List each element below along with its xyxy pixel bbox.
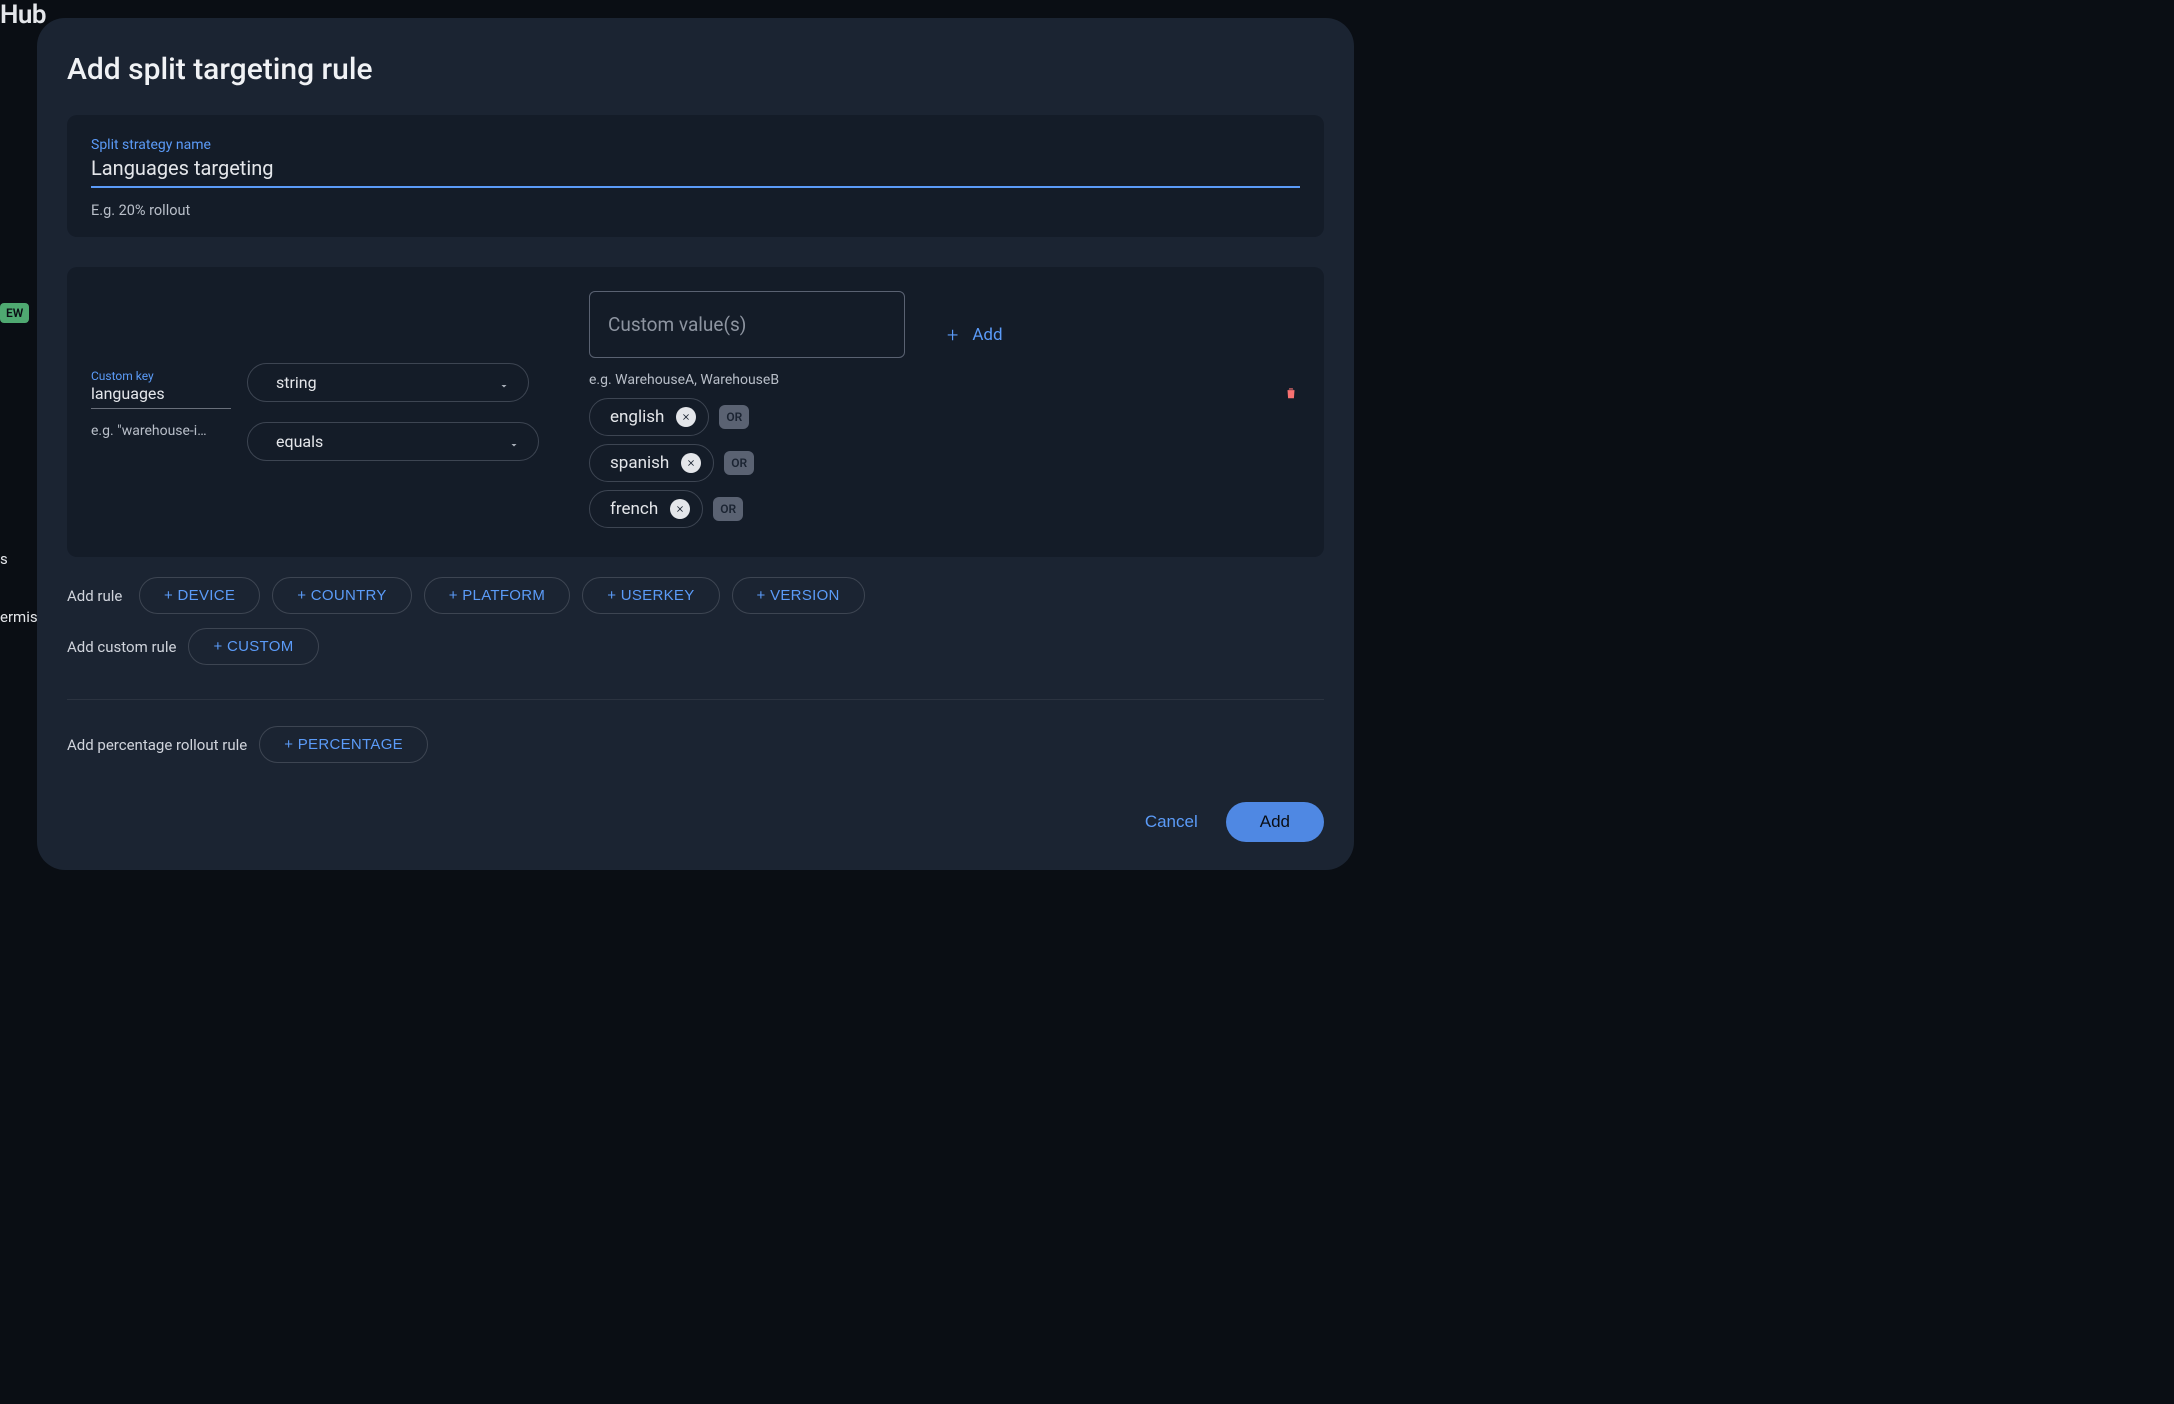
bg-side-text-2: ermis	[0, 608, 38, 626]
add-country-rule-button[interactable]: + COUNTRY	[272, 577, 412, 614]
add-rollout-label: Add percentage rollout rule	[67, 736, 247, 754]
or-connector: OR	[719, 405, 749, 429]
add-version-rule-button[interactable]: + VERSION	[732, 577, 865, 614]
add-userkey-rule-button[interactable]: + USERKEY	[582, 577, 719, 614]
type-dropdown-value: string	[276, 373, 317, 392]
value-chips-list: english OR spanish	[589, 398, 905, 528]
delete-rule-button[interactable]	[1284, 385, 1298, 405]
type-dropdown[interactable]: string	[247, 363, 529, 402]
or-connector: OR	[724, 451, 754, 475]
chip-remove-icon[interactable]	[681, 453, 701, 473]
value-chip: english	[589, 398, 709, 436]
cancel-button[interactable]: Cancel	[1145, 812, 1198, 832]
chevron-down-icon	[508, 436, 520, 448]
strategy-name-hint: E.g. 20% rollout	[91, 202, 1300, 219]
value-chip: spanish	[589, 444, 714, 482]
bg-side-text-1: s	[0, 550, 8, 568]
divider	[67, 699, 1324, 700]
chip-label: english	[610, 407, 664, 427]
hub-brand-text: Hub	[0, 0, 46, 30]
add-value-label: Add	[972, 325, 1002, 345]
value-chip: french	[589, 490, 703, 528]
or-connector: OR	[713, 497, 743, 521]
custom-key-hint: e.g. "warehouse-i…	[91, 423, 231, 439]
operator-dropdown[interactable]: equals	[247, 422, 539, 461]
add-value-button[interactable]: + Add	[947, 325, 1003, 345]
add-submit-button[interactable]: Add	[1226, 802, 1324, 842]
rule-block: Custom key e.g. "warehouse-i… string equ…	[67, 267, 1324, 557]
strategy-name-block: Split strategy name E.g. 20% rollout	[67, 115, 1324, 237]
add-percentage-button[interactable]: + PERCENTAGE	[259, 726, 428, 763]
strategy-name-label: Split strategy name	[91, 137, 1300, 153]
add-rule-label: Add rule	[67, 587, 127, 605]
custom-values-hint: e.g. WarehouseA, WarehouseB	[589, 372, 905, 388]
modal-title: Add split targeting rule	[67, 52, 1324, 87]
custom-key-input[interactable]	[91, 383, 231, 409]
add-split-targeting-modal: Add split targeting rule Split strategy …	[37, 18, 1354, 870]
chip-label: spanish	[610, 453, 669, 473]
add-platform-rule-button[interactable]: + PLATFORM	[424, 577, 571, 614]
custom-values-input[interactable]: Custom value(s)	[589, 291, 905, 358]
plus-icon: +	[947, 325, 958, 345]
chevron-down-icon	[498, 377, 510, 389]
trash-icon	[1284, 385, 1298, 401]
custom-key-label: Custom key	[91, 369, 231, 383]
operator-dropdown-value: equals	[276, 432, 323, 451]
strategy-name-input[interactable]	[91, 154, 1300, 188]
add-custom-rule-button[interactable]: + CUSTOM	[188, 628, 318, 665]
new-badge: EW	[0, 303, 29, 323]
chip-remove-icon[interactable]	[670, 499, 690, 519]
add-device-rule-button[interactable]: + DEVICE	[139, 577, 260, 614]
chip-label: french	[610, 499, 658, 519]
add-custom-rule-label: Add custom rule	[67, 638, 176, 656]
chip-remove-icon[interactable]	[676, 407, 696, 427]
